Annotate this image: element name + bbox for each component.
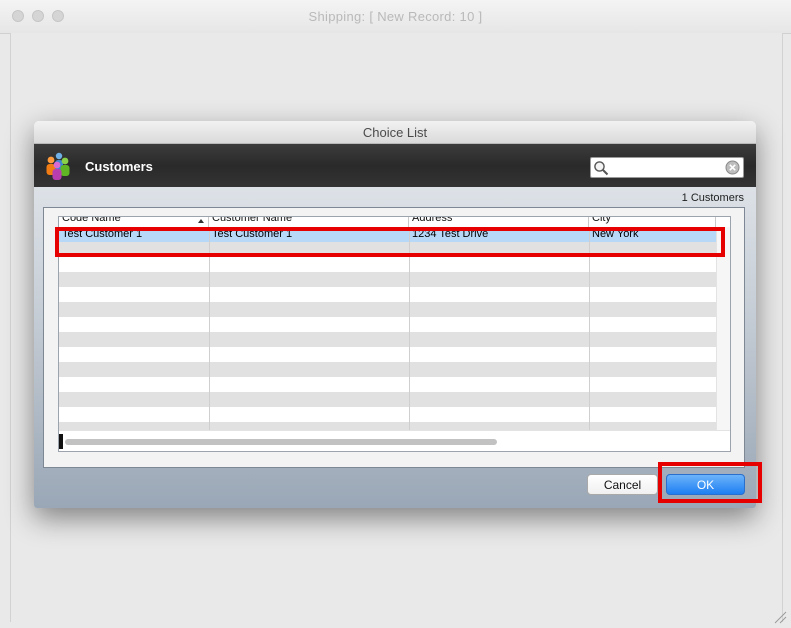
column-divider — [409, 227, 410, 430]
cell-code-name: Test Customer 1 — [62, 228, 143, 240]
empty-row — [59, 407, 716, 422]
empty-row — [59, 362, 716, 377]
header-bar: Customers — [34, 144, 756, 187]
window-titlebar: Shipping: [ New Record: 10 ] — [0, 0, 791, 34]
record-count-label: 1 Customers — [681, 192, 744, 204]
column-header-city[interactable]: City — [589, 217, 716, 227]
empty-row — [59, 242, 716, 257]
customers-table: Code Name Customer Name Address City Tes… — [58, 216, 731, 452]
empty-row — [59, 302, 716, 317]
empty-row — [59, 317, 716, 332]
search-input[interactable] — [611, 159, 723, 176]
column-header-customer-name[interactable]: Customer Name — [209, 217, 409, 227]
column-header-address[interactable]: Address — [409, 217, 589, 227]
column-divider — [209, 227, 210, 430]
empty-row — [59, 257, 716, 272]
empty-row — [59, 377, 716, 392]
table-frame: Code Name Customer Name Address City Tes… — [43, 207, 745, 468]
dialog-title: Choice List — [362, 125, 428, 140]
scroll-position-marker — [59, 434, 63, 449]
search-icon — [594, 161, 609, 176]
empty-row — [59, 392, 716, 407]
empty-row — [59, 347, 716, 362]
ok-button[interactable]: OK — [666, 474, 745, 495]
header-title: Customers — [85, 159, 153, 174]
sort-ascending-icon — [198, 219, 204, 223]
cell-customer-name: Test Customer 1 — [212, 228, 293, 240]
search-box[interactable] — [590, 157, 744, 178]
people-icon — [46, 152, 70, 180]
column-header-code-name[interactable]: Code Name — [59, 217, 209, 227]
clear-search-icon[interactable] — [725, 160, 740, 175]
table-body: Test Customer 1 Test Customer 1 1234 Tes… — [59, 227, 716, 430]
cell-city: New York — [592, 228, 639, 240]
empty-row — [59, 272, 716, 287]
dialog-titlebar: Choice List — [34, 121, 756, 144]
empty-row — [59, 422, 716, 430]
column-divider — [589, 227, 590, 430]
choice-list-dialog: Choice List Customers 1 Customers Code N… — [34, 121, 756, 508]
table-header: Code Name Customer Name Address City — [59, 217, 730, 227]
cell-address: 1234 Test Drive — [412, 228, 489, 240]
horizontal-scrollbar[interactable] — [59, 430, 730, 451]
resize-grip-icon[interactable] — [773, 610, 787, 624]
empty-row — [59, 287, 716, 302]
empty-row — [59, 332, 716, 347]
window-title: Shipping: [ New Record: 10 ] — [308, 9, 483, 24]
horizontal-scrollbar-thumb[interactable] — [65, 439, 497, 445]
table-row[interactable]: Test Customer 1 Test Customer 1 1234 Tes… — [59, 227, 716, 242]
cancel-button[interactable]: Cancel — [587, 474, 658, 495]
vertical-scrollbar[interactable] — [716, 227, 730, 430]
